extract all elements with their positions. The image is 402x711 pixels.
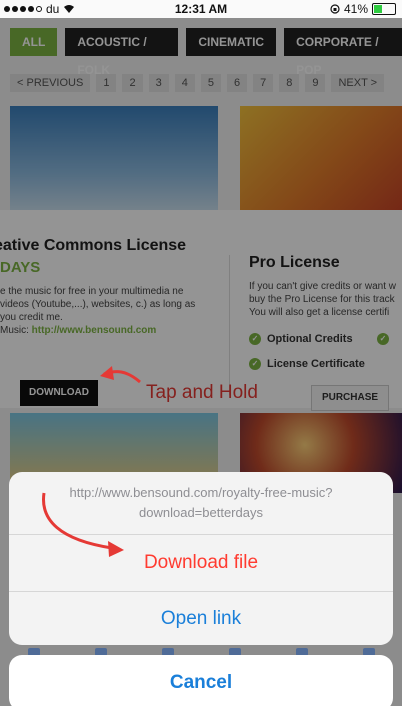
link-url-line-1: http://www.bensound.com/royalty-free-mus… xyxy=(69,485,333,500)
link-url-line-2: download=betterdays xyxy=(139,505,263,520)
status-bar: du 12:31 AM 41% xyxy=(0,0,402,18)
download-file-option[interactable]: Download file xyxy=(9,535,393,592)
orientation-lock-icon xyxy=(330,4,340,14)
cancel-button[interactable]: Cancel xyxy=(9,655,393,711)
status-right: 41% xyxy=(330,2,396,16)
battery-icon xyxy=(372,3,396,15)
battery-percent: 41% xyxy=(343,2,368,16)
open-link-option[interactable]: Open link xyxy=(9,592,393,645)
link-url: http://www.bensound.com/royalty-free-mus… xyxy=(9,472,393,535)
action-sheet: http://www.bensound.com/royalty-free-mus… xyxy=(9,472,393,645)
